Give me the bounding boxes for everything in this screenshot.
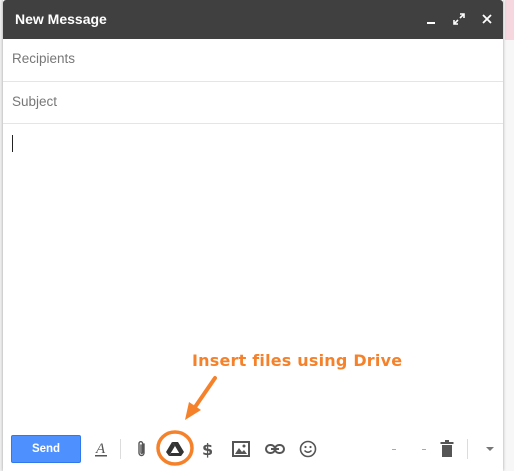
delete-icon[interactable] — [437, 439, 457, 459]
drive-icon[interactable] — [165, 439, 185, 459]
minimize-icon[interactable] — [423, 9, 439, 29]
background-right-accent — [505, 0, 514, 40]
photo-icon[interactable] — [231, 439, 251, 459]
formatting-icon[interactable]: A — [91, 439, 111, 459]
toolbar-dash — [392, 449, 396, 450]
expand-icon[interactable] — [451, 9, 467, 29]
recipients-row — [3, 39, 503, 82]
subject-row — [3, 82, 503, 124]
background-right-edge — [503, 0, 514, 471]
svg-text:A: A — [95, 441, 106, 457]
drive-annotation-label: Insert files using Drive — [192, 351, 403, 370]
compose-titlebar[interactable]: New Message — [3, 0, 503, 39]
close-icon[interactable] — [479, 9, 495, 29]
toolbar-dash — [422, 449, 426, 450]
money-icon[interactable]: $ — [198, 439, 218, 459]
compose-title: New Message — [15, 11, 107, 27]
toolbar-separator — [467, 439, 468, 459]
subject-input[interactable] — [12, 94, 482, 109]
recipients-input[interactable] — [12, 51, 482, 66]
text-cursor — [12, 135, 13, 152]
titlebar-controls — [423, 9, 495, 29]
more-options-icon[interactable] — [480, 439, 500, 459]
svg-text:$: $ — [202, 440, 213, 459]
toolbar-separator — [120, 439, 121, 459]
link-icon[interactable] — [265, 439, 285, 459]
compose-toolbar: Send A $ — [3, 426, 503, 471]
attach-icon[interactable] — [132, 439, 152, 459]
message-body[interactable] — [3, 124, 503, 424]
compose-window: New Message Recipients Subject Insert fi… — [3, 0, 503, 471]
emoji-icon[interactable] — [298, 439, 318, 459]
send-button[interactable]: Send — [11, 435, 81, 463]
